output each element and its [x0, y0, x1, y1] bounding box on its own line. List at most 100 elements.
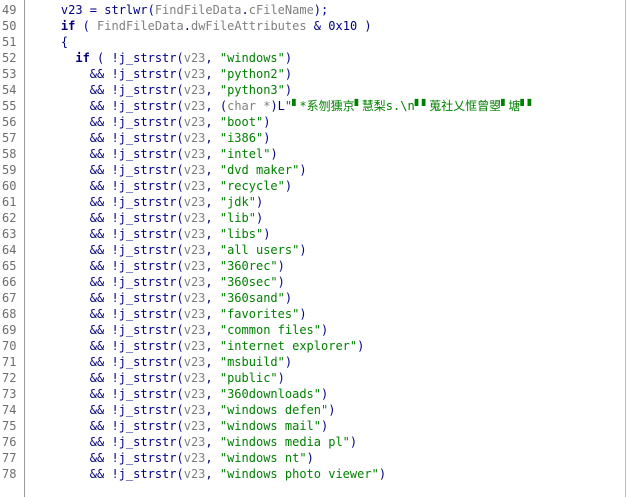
- code-text: && !j_strstr(v23, "windows nt"): [32, 450, 314, 466]
- line-number: 58: [2, 147, 17, 161]
- code-token: ,: [205, 211, 220, 225]
- code-line[interactable]: 52 if ( !j_strstr(v23, "windows"): [0, 50, 628, 66]
- line-number: 54: [2, 83, 17, 97]
- code-line[interactable]: 69 && !j_strstr(v23, "common files"): [0, 322, 628, 338]
- code-text: {: [32, 34, 68, 50]
- code-token: {: [32, 35, 69, 49]
- code-text: && !j_strstr(v23, "windows defen"): [32, 402, 336, 418]
- code-text: if ( FindFileData.dwFileAttributes & 0x1…: [32, 18, 372, 34]
- code-token: ): [378, 467, 387, 481]
- line-number: 56: [2, 115, 17, 129]
- code-token: ): [357, 339, 365, 353]
- code-line[interactable]: 64 && !j_strstr(v23, "all users"): [0, 242, 628, 258]
- line-number: 73: [2, 387, 17, 401]
- code-line[interactable]: 66 && !j_strstr(v23, "360sec"): [0, 274, 628, 290]
- code-token: ,: [205, 307, 220, 321]
- line-number: 59: [2, 163, 17, 177]
- code-token: ,: [205, 195, 220, 209]
- code-token: v23: [183, 339, 206, 353]
- code-token: && !j_strstr(: [32, 323, 184, 337]
- code-token: "360rec": [219, 259, 278, 273]
- code-line[interactable]: 62 && !j_strstr(v23, "lib"): [0, 210, 628, 226]
- code-line[interactable]: 67 && !j_strstr(v23, "360sand"): [0, 290, 628, 306]
- code-token: 0x10: [328, 19, 358, 33]
- code-token: v23: [183, 451, 206, 465]
- code-line[interactable]: 65 && !j_strstr(v23, "360rec"): [0, 258, 628, 274]
- code-token: ): [263, 227, 271, 241]
- code-token: ): [284, 67, 293, 81]
- code-line[interactable]: 49 v23 = strlwr(FindFileData.cFileName);: [0, 2, 628, 18]
- code-token: "jdk": [219, 195, 256, 209]
- code-token: v23: [183, 163, 206, 177]
- code-text: && !j_strstr(v23, "360sec"): [32, 274, 285, 290]
- code-line[interactable]: 61 && !j_strstr(v23, "jdk"): [0, 194, 628, 210]
- code-line[interactable]: 73 && !j_strstr(v23, "360downloads"): [0, 386, 628, 402]
- code-token: ,: [205, 275, 220, 289]
- code-token: && !j_strstr(: [32, 83, 184, 97]
- code-token: && !j_strstr(: [32, 403, 184, 417]
- code-token: v23 = strlwr(: [32, 3, 155, 17]
- code-token: v23: [183, 291, 206, 305]
- code-line[interactable]: 50 if ( FindFileData.dwFileAttributes & …: [0, 18, 628, 34]
- code-line[interactable]: 56 && !j_strstr(v23, "boot"): [0, 114, 628, 130]
- code-token: ): [321, 387, 329, 401]
- code-token: ): [277, 259, 285, 273]
- code-line[interactable]: 58 && !j_strstr(v23, "intel"): [0, 146, 628, 162]
- code-token: ): [328, 403, 336, 417]
- code-token: && !j_strstr(: [32, 451, 184, 465]
- code-token: v23: [183, 387, 206, 401]
- code-text: && !j_strstr(v23, "lib"): [32, 210, 263, 226]
- code-line[interactable]: 51 {: [0, 34, 628, 50]
- line-number: 49: [2, 3, 17, 17]
- line-number: 74: [2, 403, 17, 417]
- code-text: && !j_strstr(v23, "boot"): [32, 114, 271, 130]
- code-line[interactable]: 78 && !j_strstr(v23, "windows photo view…: [0, 466, 628, 482]
- code-line[interactable]: 59 && !j_strstr(v23, "dvd maker"): [0, 162, 628, 178]
- code-token: "windows": [219, 51, 285, 65]
- code-token: v23: [183, 403, 206, 417]
- code-token: )L: [270, 99, 285, 113]
- line-number: 64: [2, 243, 17, 257]
- code-token: "internet explorer": [219, 339, 358, 353]
- line-number: 72: [2, 371, 17, 385]
- code-token: ): [284, 83, 293, 97]
- code-token: "360sand": [219, 291, 285, 305]
- code-text: && !j_strstr(v23, "360sand"): [32, 290, 292, 306]
- code-token: char *: [227, 99, 271, 113]
- line-number: 68: [2, 307, 17, 321]
- code-line[interactable]: 75 && !j_strstr(v23, "windows mail"): [0, 418, 628, 434]
- code-line[interactable]: 55 && !j_strstr(v23, (char *)L"▘*系刎獯京▘慧梨…: [0, 98, 628, 114]
- code-line[interactable]: 74 && !j_strstr(v23, "windows defen"): [0, 402, 628, 418]
- code-line[interactable]: 68 && !j_strstr(v23, "favorites"): [0, 306, 628, 322]
- code-line[interactable]: 70 && !j_strstr(v23, "internet explorer"…: [0, 338, 628, 354]
- code-line[interactable]: 57 && !j_strstr(v23, "i386"): [0, 130, 628, 146]
- code-token: "windows photo viewer": [219, 467, 379, 481]
- code-line[interactable]: 71 && !j_strstr(v23, "msbuild"): [0, 354, 628, 370]
- code-token: ): [306, 451, 314, 465]
- code-token: ,: [205, 291, 220, 305]
- code-token: ): [277, 371, 285, 385]
- code-line[interactable]: 63 && !j_strstr(v23, "libs"): [0, 226, 628, 242]
- code-line[interactable]: 53 && !j_strstr(v23, "python2"): [0, 66, 628, 82]
- line-number: 67: [2, 291, 17, 305]
- code-line[interactable]: 77 && !j_strstr(v23, "windows nt"): [0, 450, 628, 466]
- code-token: ,: [205, 435, 220, 449]
- code-token: ): [284, 51, 293, 65]
- code-token: ): [357, 19, 372, 33]
- code-line[interactable]: 72 && !j_strstr(v23, "public"): [0, 370, 628, 386]
- code-token: && !j_strstr(: [32, 467, 184, 481]
- code-line[interactable]: 76 && !j_strstr(v23, "windows media pl"): [0, 434, 628, 450]
- code-line[interactable]: 54 && !j_strstr(v23, "python3"): [0, 82, 628, 98]
- code-token: , (: [205, 99, 228, 113]
- line-number: 61: [2, 195, 17, 209]
- code-token: (: [75, 19, 98, 33]
- code-token: cFileName: [248, 3, 314, 17]
- code-token: "windows mail": [219, 419, 322, 433]
- code-line[interactable]: 60 && !j_strstr(v23, "recycle"): [0, 178, 628, 194]
- code-token: v23: [183, 195, 206, 209]
- line-number: 71: [2, 355, 17, 369]
- line-number: 75: [2, 419, 17, 433]
- code-token: .: [241, 3, 249, 17]
- code-text: v23 = strlwr(FindFileData.cFileName);: [32, 2, 328, 18]
- code-token: ): [349, 435, 358, 449]
